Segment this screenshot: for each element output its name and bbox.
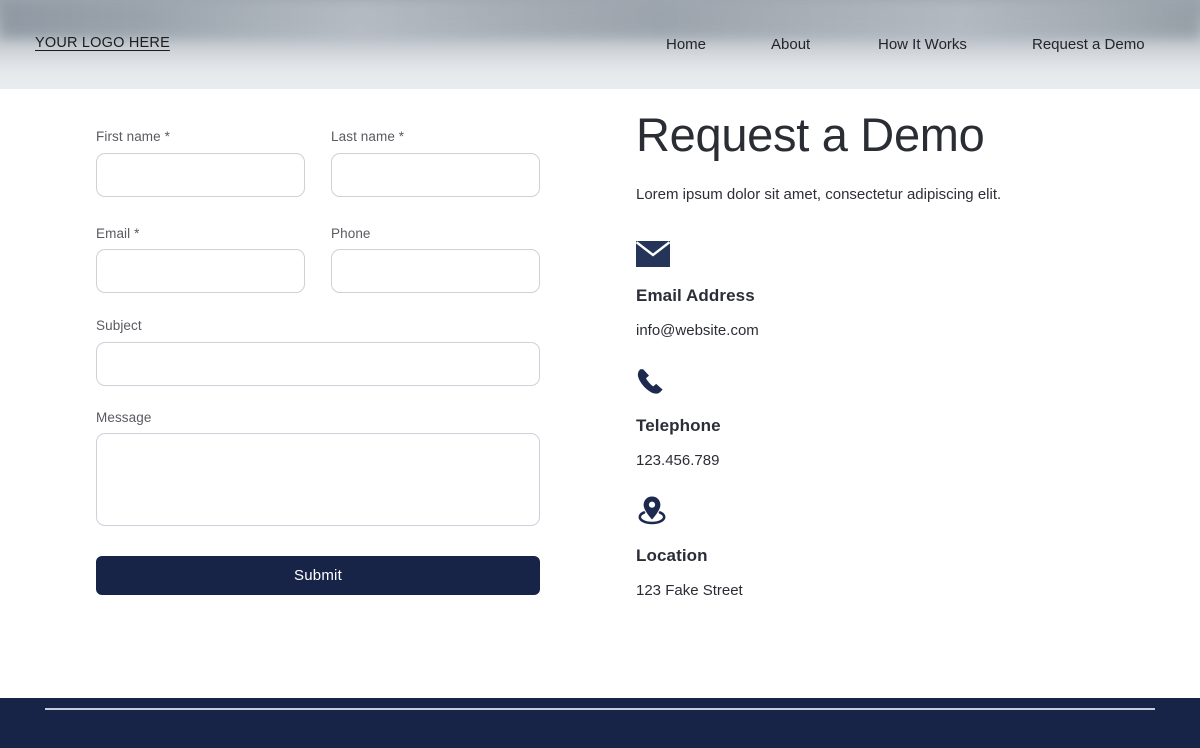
page-title: Request a Demo: [636, 108, 985, 161]
contact-email-heading: Email Address: [636, 286, 755, 306]
first-name-input[interactable]: [96, 152, 305, 197]
message-textarea[interactable]: [96, 433, 540, 526]
last-name-field-group: Last name *: [331, 130, 540, 197]
contact-phone-heading: Telephone: [636, 416, 721, 436]
contact-form: First name * Last name * Email * Phone S…: [96, 130, 540, 595]
contact-email-block: Email Address info@website.com: [636, 235, 1156, 339]
email-label: Email *: [96, 225, 140, 241]
contact-location-heading: Location: [636, 546, 708, 566]
subject-label: Subject: [96, 318, 142, 333]
nav-item-request-a-demo[interactable]: Request a Demo: [1032, 36, 1145, 53]
site-logo[interactable]: YOUR LOGO HERE: [35, 35, 170, 51]
phone-input[interactable]: [331, 249, 540, 293]
contact-email-value[interactable]: info@website.com: [636, 322, 1156, 339]
nav-item-how-it-works[interactable]: How It Works: [878, 36, 967, 53]
contact-phone-value[interactable]: 123.456.789: [636, 452, 1156, 469]
envelope-icon: [636, 235, 1156, 268]
main-navigation: Home About How It Works Request a Demo: [640, 36, 1180, 60]
page-subtitle: Lorem ipsum dolor sit amet, consectetur …: [636, 186, 1002, 204]
last-name-label: Last name *: [331, 129, 405, 144]
message-label: Message: [96, 409, 152, 425]
first-name-field-group: First name *: [96, 130, 305, 197]
phone-icon: [636, 365, 1156, 397]
nav-item-home[interactable]: Home: [666, 36, 706, 53]
phone-label: Phone: [331, 225, 371, 241]
page-root: YOUR LOGO HERE Home About How It Works R…: [0, 0, 1200, 748]
site-header: YOUR LOGO HERE Home About How It Works R…: [0, 0, 1200, 89]
contact-location-block: Location 123 Fake Street: [636, 495, 1156, 599]
contact-location-value: 123 Fake Street: [636, 582, 743, 600]
email-field-group: Email *: [96, 225, 305, 293]
map-pin-icon: [636, 495, 1156, 527]
site-footer: [0, 698, 1200, 748]
contact-phone-block: Telephone 123.456.789: [636, 365, 1156, 469]
last-name-input[interactable]: [331, 152, 540, 197]
header-content: YOUR LOGO HERE Home About How It Works R…: [0, 0, 1200, 89]
submit-button[interactable]: Submit: [96, 556, 540, 595]
subject-field-group: Subject: [96, 319, 540, 386]
info-panel: Request a Demo Lorem ipsum dolor sit ame…: [636, 110, 1156, 599]
name-row: First name * Last name *: [96, 130, 540, 197]
first-name-label: First name *: [96, 129, 170, 144]
phone-field-group: Phone: [331, 225, 540, 293]
email-input[interactable]: [96, 249, 305, 293]
subject-input[interactable]: [96, 341, 540, 386]
email-phone-row: Email * Phone: [96, 225, 540, 293]
nav-item-about[interactable]: About: [771, 36, 810, 53]
footer-divider: [45, 708, 1155, 710]
message-field-group: Message: [96, 409, 540, 532]
